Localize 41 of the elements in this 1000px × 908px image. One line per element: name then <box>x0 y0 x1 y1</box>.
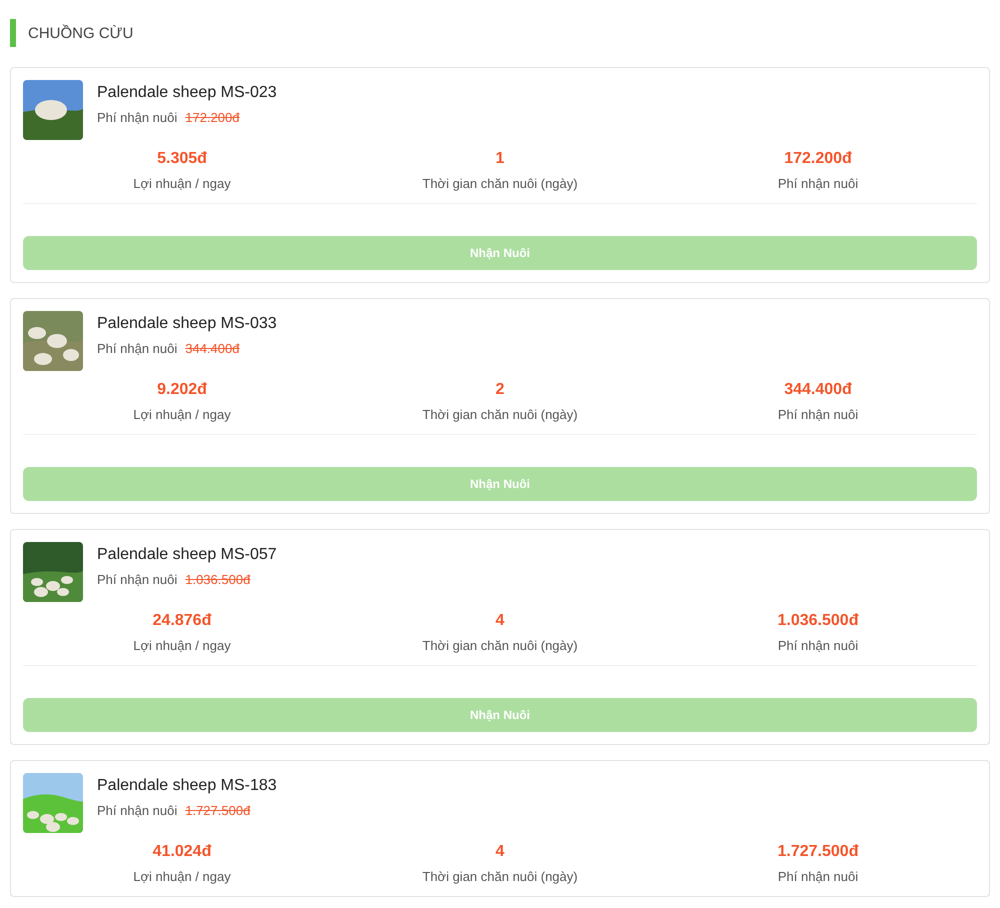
stat-label: Phí nhận nuôi <box>778 407 858 422</box>
stat-label: Phí nhận nuôi <box>778 869 858 884</box>
stat-label: Thời gian chăn nuôi (ngày) <box>422 407 578 422</box>
fee-label: Phí nhận nuôi <box>97 803 178 818</box>
fee-label: Phí nhận nuôi <box>97 110 178 125</box>
stat-label: Lợi nhuận / ngay <box>133 407 231 422</box>
stat-value: 4 <box>496 843 504 861</box>
sheep-name: Palendale sheep MS-183 <box>97 777 277 795</box>
stat-label: Thời gian chăn nuôi (ngày) <box>422 638 578 653</box>
stat-value: 24.876đ <box>152 612 212 630</box>
stat-value: 1.727.500đ <box>778 843 858 861</box>
old-price: 344.400đ <box>185 341 240 356</box>
stat-label: Lợi nhuận / ngay <box>133 869 231 884</box>
accent-bar <box>10 19 16 47</box>
stat-value: 1.036.500đ <box>778 612 858 630</box>
sheep-name: Palendale sheep MS-033 <box>97 315 277 333</box>
sheep-name: Palendale sheep MS-057 <box>97 546 277 564</box>
stat-label: Lợi nhuận / ngay <box>133 638 231 653</box>
adopt-button[interactable]: Nhận Nuôi <box>23 236 977 270</box>
stat-label: Thời gian chăn nuôi (ngày) <box>422 176 578 191</box>
stat-label: Lợi nhuận / ngay <box>133 176 231 191</box>
fee-label: Phí nhận nuôi <box>97 572 178 587</box>
stat-value: 344.400đ <box>784 381 852 399</box>
section-title: CHUỒNG CỪU <box>28 24 134 42</box>
stat-value: 5.305đ <box>157 150 207 168</box>
stat-value: 9.202đ <box>157 381 207 399</box>
old-price: 1.727.500đ <box>185 803 250 818</box>
stat-label: Phí nhận nuôi <box>778 638 858 653</box>
stat-label: Phí nhận nuôi <box>778 176 858 191</box>
fee-label: Phí nhận nuôi <box>97 341 178 356</box>
stat-value: 4 <box>496 612 504 630</box>
stat-value: 41.024đ <box>152 843 212 861</box>
stat-value: 2 <box>496 381 504 399</box>
adopt-button[interactable]: Nhận Nuôi <box>23 698 977 732</box>
sheep-name: Palendale sheep MS-023 <box>97 84 277 102</box>
stat-value: 1 <box>496 150 504 168</box>
stat-label: Thời gian chăn nuôi (ngày) <box>422 869 578 884</box>
old-price: 1.036.500đ <box>185 572 250 587</box>
adopt-button[interactable]: Nhận Nuôi <box>23 467 977 501</box>
stat-value: 172.200đ <box>784 150 852 168</box>
old-price: 172.200đ <box>185 110 240 125</box>
